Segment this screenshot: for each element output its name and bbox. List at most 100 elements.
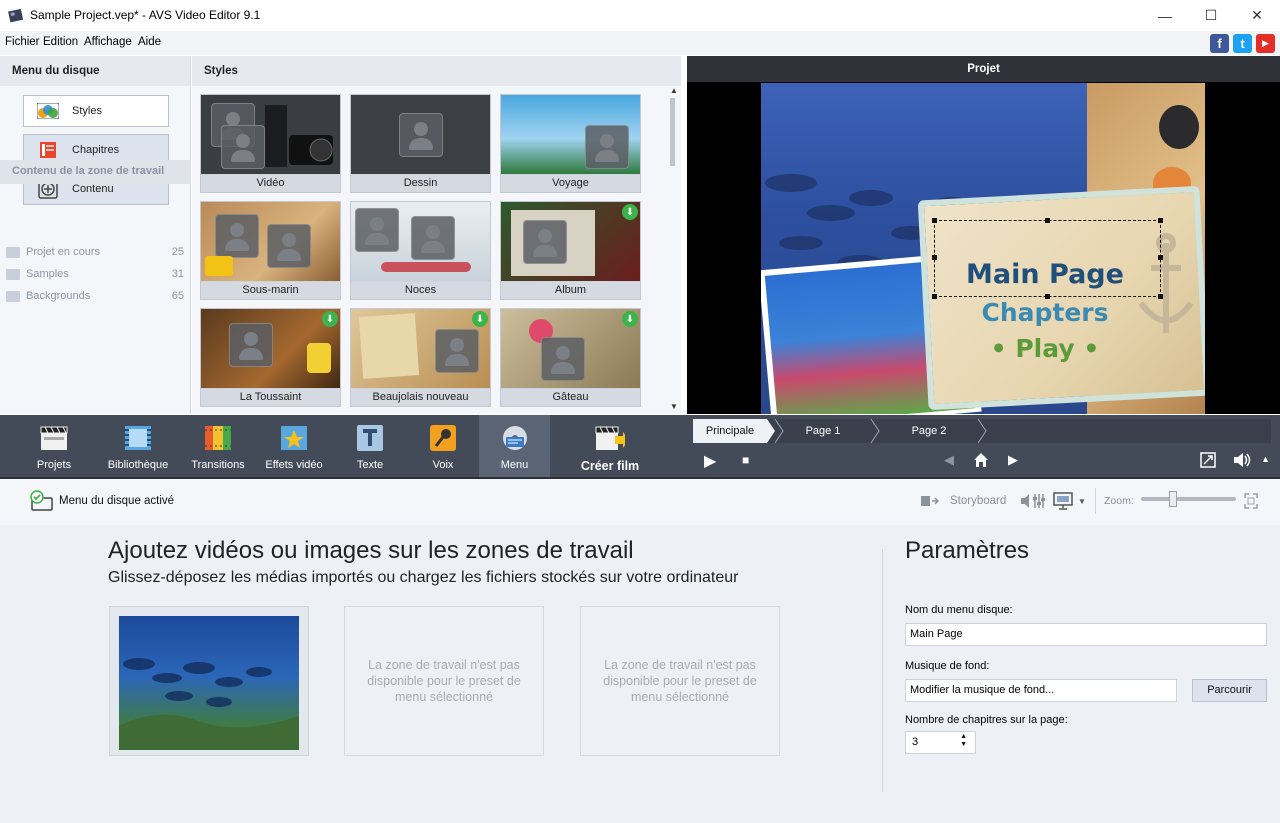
disc-menu-title: Menu du disque xyxy=(0,56,190,86)
text-icon xyxy=(355,424,385,452)
style-thumb-noces[interactable]: Noces xyxy=(350,201,491,300)
style-thumb-toussaint[interactable]: ⬇ La Toussaint xyxy=(200,308,341,407)
download-icon[interactable]: ⬇ xyxy=(472,311,488,327)
home-icon[interactable] xyxy=(973,452,989,471)
workspace-subheading: Glissez-déposez les médias importés ou c… xyxy=(108,569,739,586)
content-item-samples[interactable]: Samples 31 xyxy=(6,265,186,283)
style-thumb-video[interactable]: Vidéo xyxy=(200,94,341,193)
styles-label: Styles xyxy=(72,105,102,117)
create-movie-label: Créer film xyxy=(580,459,640,473)
play-icon[interactable]: ▶ xyxy=(704,451,716,471)
download-icon[interactable]: ⬇ xyxy=(322,311,338,327)
title-bar: Sample Project.vep* - AVS Video Editor 9… xyxy=(0,0,1280,31)
menu-fichier[interactable]: Fichier xyxy=(5,36,40,48)
style-label: Album xyxy=(501,282,640,299)
scroll-down-icon[interactable]: ▼ xyxy=(670,402,678,411)
tool-menu[interactable]: Menu xyxy=(479,415,550,477)
content-item-backgrounds[interactable]: Backgrounds 65 xyxy=(6,287,186,305)
style-label: Noces xyxy=(351,282,490,299)
style-thumb-sous-marin[interactable]: Sous-marin xyxy=(200,201,341,300)
style-label: Voyage xyxy=(501,175,640,192)
menu-play-text[interactable]: • Play • xyxy=(935,334,1155,363)
tool-bibliotheque[interactable]: Bibliothèque xyxy=(104,415,172,477)
download-icon[interactable]: ⬇ xyxy=(622,311,638,327)
minimize-button[interactable]: — xyxy=(1142,0,1188,31)
fullscreen-icon[interactable] xyxy=(1200,452,1216,471)
style-label: Dessin xyxy=(351,175,490,192)
create-movie-button[interactable]: Créer film xyxy=(572,415,648,477)
styles-scrollbar[interactable]: ▲ ▼ xyxy=(667,86,679,414)
browse-button[interactable]: Parcourir xyxy=(1192,679,1267,702)
zoom-slider-thumb[interactable] xyxy=(1169,491,1177,507)
tool-effets-video[interactable]: Effets vidéo xyxy=(262,415,326,477)
style-thumb-voyage[interactable]: Voyage xyxy=(500,94,641,193)
menu-pages-tabs: Principale Page 1 Page 2 xyxy=(693,419,1271,443)
zoom-slider[interactable] xyxy=(1141,491,1236,507)
style-thumb-album[interactable]: ⬇ Album xyxy=(500,201,641,300)
prev-page-icon[interactable]: ◀ xyxy=(944,452,954,468)
content-item-count: 31 xyxy=(171,268,184,280)
tool-voix[interactable]: Voix xyxy=(411,415,475,477)
content-label: Contenu xyxy=(72,183,114,195)
separator xyxy=(1095,488,1096,514)
youtube-icon[interactable]: ▶ xyxy=(1256,34,1275,53)
stop-icon[interactable]: ■ xyxy=(742,453,749,467)
workspace-image xyxy=(119,616,299,750)
menu-name-input[interactable]: Main Page xyxy=(905,623,1267,646)
styles-panel-title: Styles xyxy=(192,56,681,86)
tool-projets[interactable]: Projets xyxy=(22,415,86,477)
menu-aide[interactable]: Aide xyxy=(138,36,161,48)
scroll-thumb[interactable] xyxy=(670,98,675,166)
storyboard-bar xyxy=(0,477,1280,525)
style-thumb-dessin[interactable]: Dessin xyxy=(350,94,491,193)
content-item-count: 65 xyxy=(171,290,184,302)
stepper-arrows-icon[interactable]: ▲ ▼ xyxy=(960,733,967,749)
disc-menu-icon xyxy=(500,424,530,452)
workspace-zone-1[interactable] xyxy=(109,606,309,756)
style-label: Gâteau xyxy=(501,389,640,406)
facebook-icon[interactable]: f xyxy=(1210,34,1229,53)
monitor-icon[interactable] xyxy=(1053,492,1075,513)
audio-mixer-icon[interactable] xyxy=(1019,492,1047,513)
transitions-icon xyxy=(203,424,233,452)
download-icon[interactable]: ⬇ xyxy=(622,204,638,220)
tool-label: Effets vidéo xyxy=(265,459,323,471)
maximize-button[interactable]: ☐ xyxy=(1188,0,1234,31)
params-title: Paramètres xyxy=(905,537,1030,564)
volume-icon[interactable] xyxy=(1232,451,1252,472)
styles-button[interactable]: Styles xyxy=(23,95,169,127)
content-item-projet[interactable]: Projet en cours 25 xyxy=(6,243,186,261)
menu-preview-scene[interactable]: Main Page Chapters • Play • xyxy=(761,83,1205,414)
tab-page-2[interactable]: Page 2 xyxy=(887,419,971,443)
tool-transitions[interactable]: Transitions xyxy=(186,415,250,477)
app-icon xyxy=(8,7,24,23)
chapters-count-stepper[interactable]: 3 ▲ ▼ xyxy=(905,731,976,754)
clapperboard-icon xyxy=(39,424,69,452)
menu-affichage[interactable]: Affichage xyxy=(84,36,132,48)
fit-zoom-icon[interactable] xyxy=(1244,493,1258,512)
menu-bar: Fichier Edition Affichage Aide xyxy=(0,31,1280,55)
storyboard-toggle-icon[interactable] xyxy=(920,494,944,511)
monitor-dropdown-icon[interactable]: ▼ xyxy=(1078,497,1086,506)
music-input[interactable]: Modifier la musique de fond... xyxy=(905,679,1177,702)
tool-texte[interactable]: Texte xyxy=(338,415,402,477)
folder-icon xyxy=(6,246,20,258)
style-thumb-beaujolais[interactable]: ⬇ Beaujolais nouveau xyxy=(350,308,491,407)
music-label: Musique de fond: xyxy=(905,660,990,672)
style-thumb-gateau[interactable]: ⬇ Gâteau xyxy=(500,308,641,407)
volume-expand-icon[interactable]: ▲ xyxy=(1261,454,1270,464)
selection-box[interactable] xyxy=(932,218,1163,299)
storyboard-label[interactable]: Storyboard xyxy=(950,495,1006,507)
menu-edition[interactable]: Edition xyxy=(43,36,78,48)
window-title: Sample Project.vep* - AVS Video Editor 9… xyxy=(30,8,261,22)
next-page-icon[interactable]: ▶ xyxy=(1008,452,1018,468)
close-button[interactable]: ✕ xyxy=(1234,0,1280,31)
twitter-icon[interactable]: t xyxy=(1233,34,1252,53)
folder-icon xyxy=(6,268,20,280)
scroll-up-icon[interactable]: ▲ xyxy=(670,86,678,95)
disc-menu-active-icon xyxy=(29,490,55,515)
tab-principale[interactable]: Principale xyxy=(693,419,767,443)
content-item-count: 25 xyxy=(171,246,184,258)
tab-page-1[interactable]: Page 1 xyxy=(783,419,863,443)
menu-chapters-text[interactable]: Chapters xyxy=(935,298,1155,327)
